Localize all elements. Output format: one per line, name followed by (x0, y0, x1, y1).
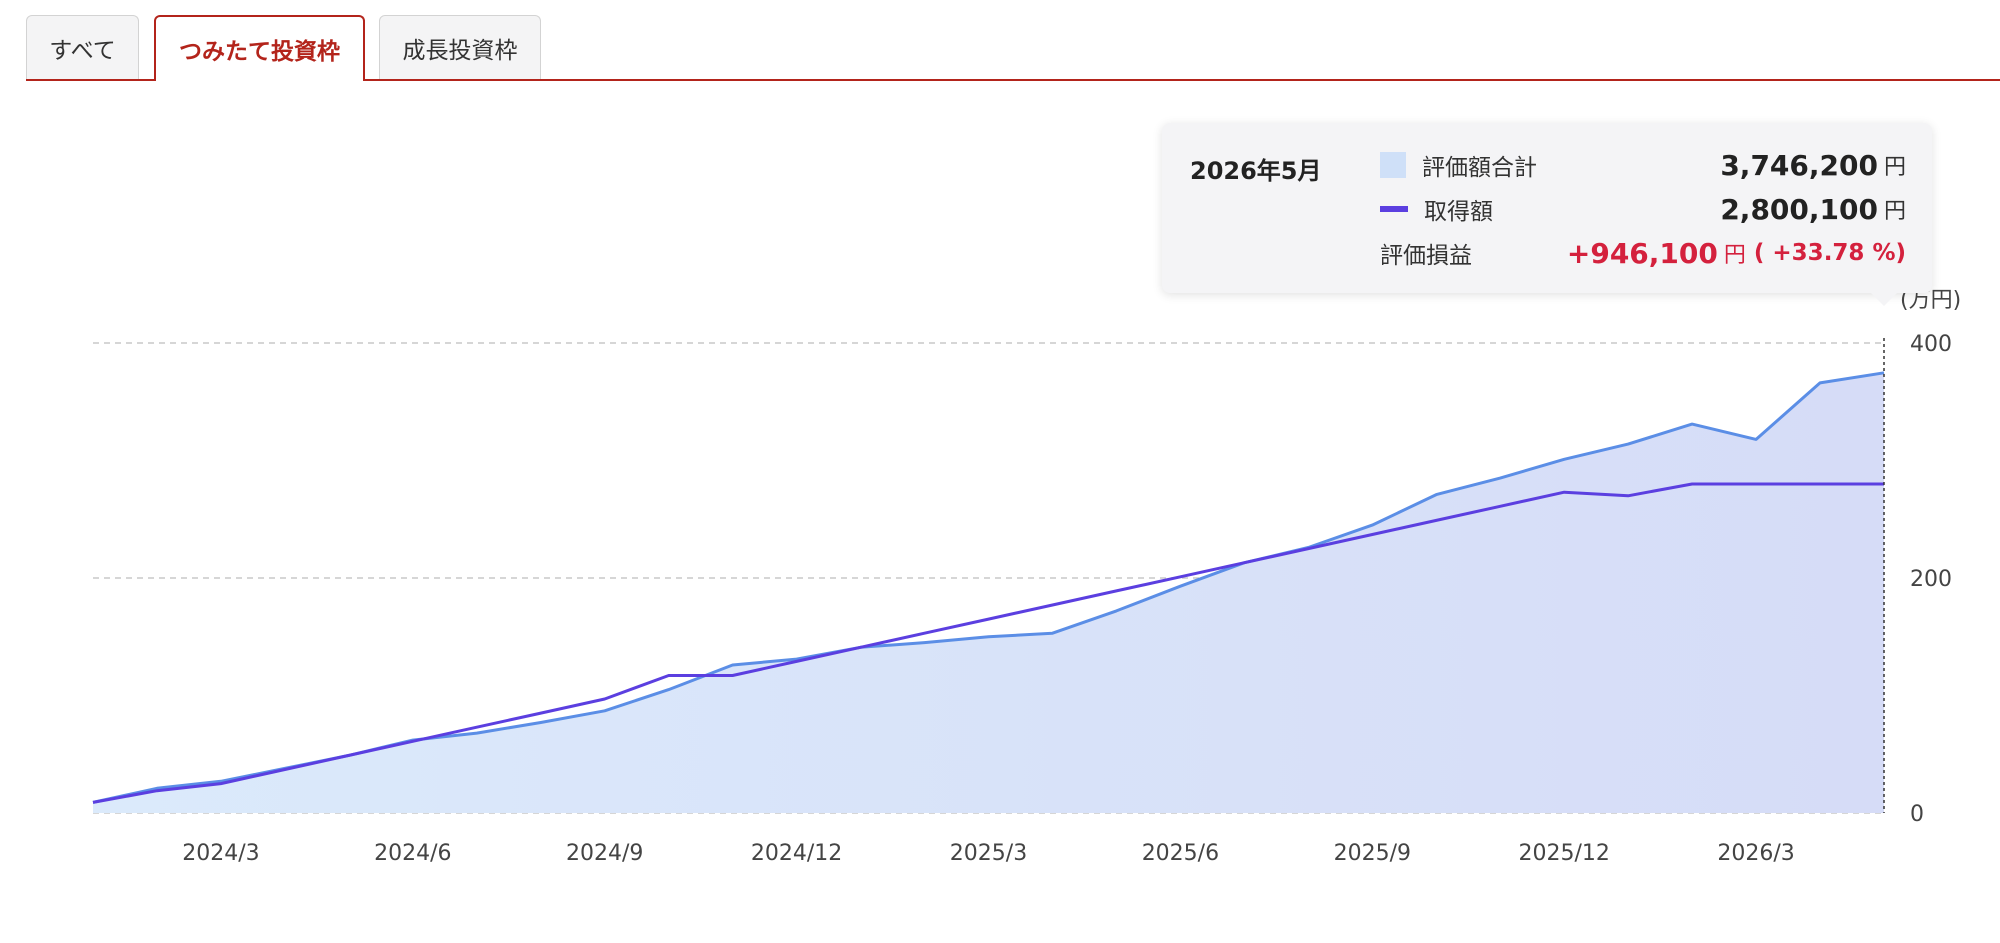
gain-label: 評価損益 (1380, 243, 1472, 269)
x-tick-label: 2024/6 (374, 841, 451, 866)
tooltip-row-cost: 取得額 2,800,100 円 (1380, 191, 1906, 227)
chart-tooltip: 2026年5月 評価額合計 3,746,200 円 取得額 2,800,100 … (1162, 123, 1932, 293)
cost-unit: 円 (1883, 199, 1906, 224)
x-tick-label: 2025/12 (1518, 841, 1609, 866)
tooltip-row-valuation: 評価額合計 3,746,200 円 (1380, 147, 1906, 183)
tooltip-date: 2026年5月 (1190, 157, 1322, 185)
x-tick-label: 2026/3 (1717, 841, 1794, 866)
cost-value: 2,800,100 (1720, 192, 1878, 226)
x-tick-label: 2024/9 (566, 841, 643, 866)
y-tick-label: 400 (1910, 332, 1952, 357)
valuation-value: 3,746,200 (1720, 148, 1878, 182)
x-tick-label: 2024/12 (751, 841, 842, 866)
valuation-legend-swatch (1380, 152, 1406, 178)
x-tick-label: 2025/3 (950, 841, 1027, 866)
tab-tsumitate-label: つみたて投資枠 (179, 39, 340, 65)
x-tick-label: 2024/3 (182, 841, 259, 866)
cost-legend-swatch (1380, 206, 1408, 212)
y-tick-label: 0 (1910, 802, 1924, 827)
gain-percent: ( +33.78 %) (1753, 240, 1906, 266)
valuation-label: 評価額合計 (1422, 155, 1537, 181)
valuation-unit: 円 (1883, 155, 1906, 180)
x-tick-label: 2025/6 (1142, 841, 1219, 866)
tab-tsumitate[interactable]: つみたて投資枠 (154, 15, 365, 81)
valuation-area-fill (93, 372, 1884, 813)
x-tick-label: 2025/9 (1334, 841, 1411, 866)
tooltip-row-gain: 評価損益 +946,100 円 ( +33.78 %) (1380, 235, 1906, 271)
gain-unit: 円 (1723, 243, 1746, 268)
tooltip-pointer (1870, 292, 1898, 306)
gain-value: +946,100 (1566, 236, 1718, 270)
y-tick-label: 200 (1910, 567, 1952, 592)
cost-label: 取得額 (1424, 199, 1493, 225)
